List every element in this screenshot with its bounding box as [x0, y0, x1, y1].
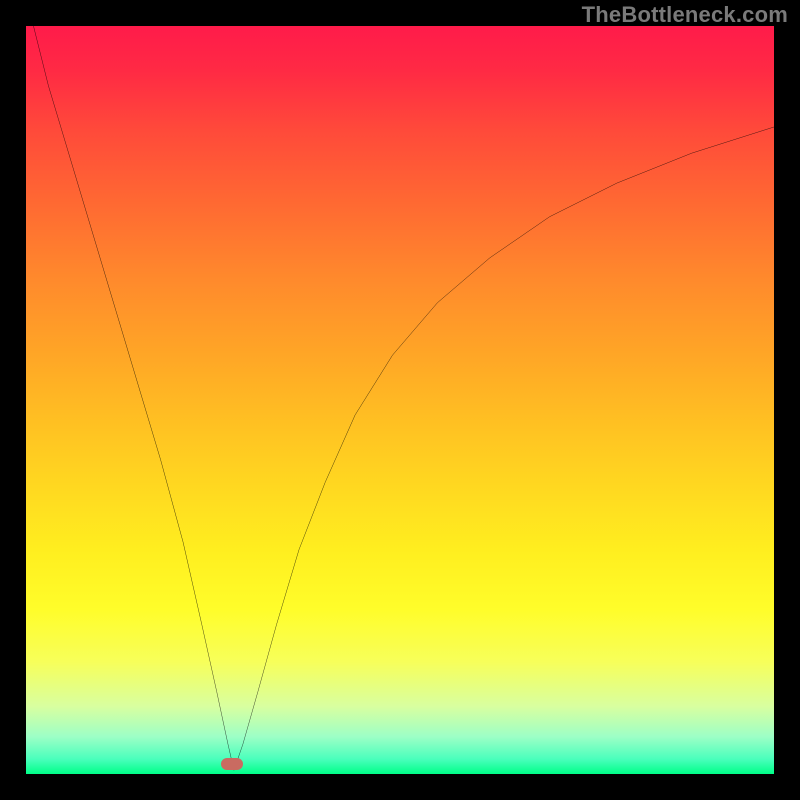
curve-path: [33, 26, 774, 770]
min-marker: [221, 758, 243, 770]
curve-layer: [26, 26, 774, 774]
chart-frame: TheBottleneck.com: [0, 0, 800, 800]
watermark-text: TheBottleneck.com: [582, 2, 788, 28]
